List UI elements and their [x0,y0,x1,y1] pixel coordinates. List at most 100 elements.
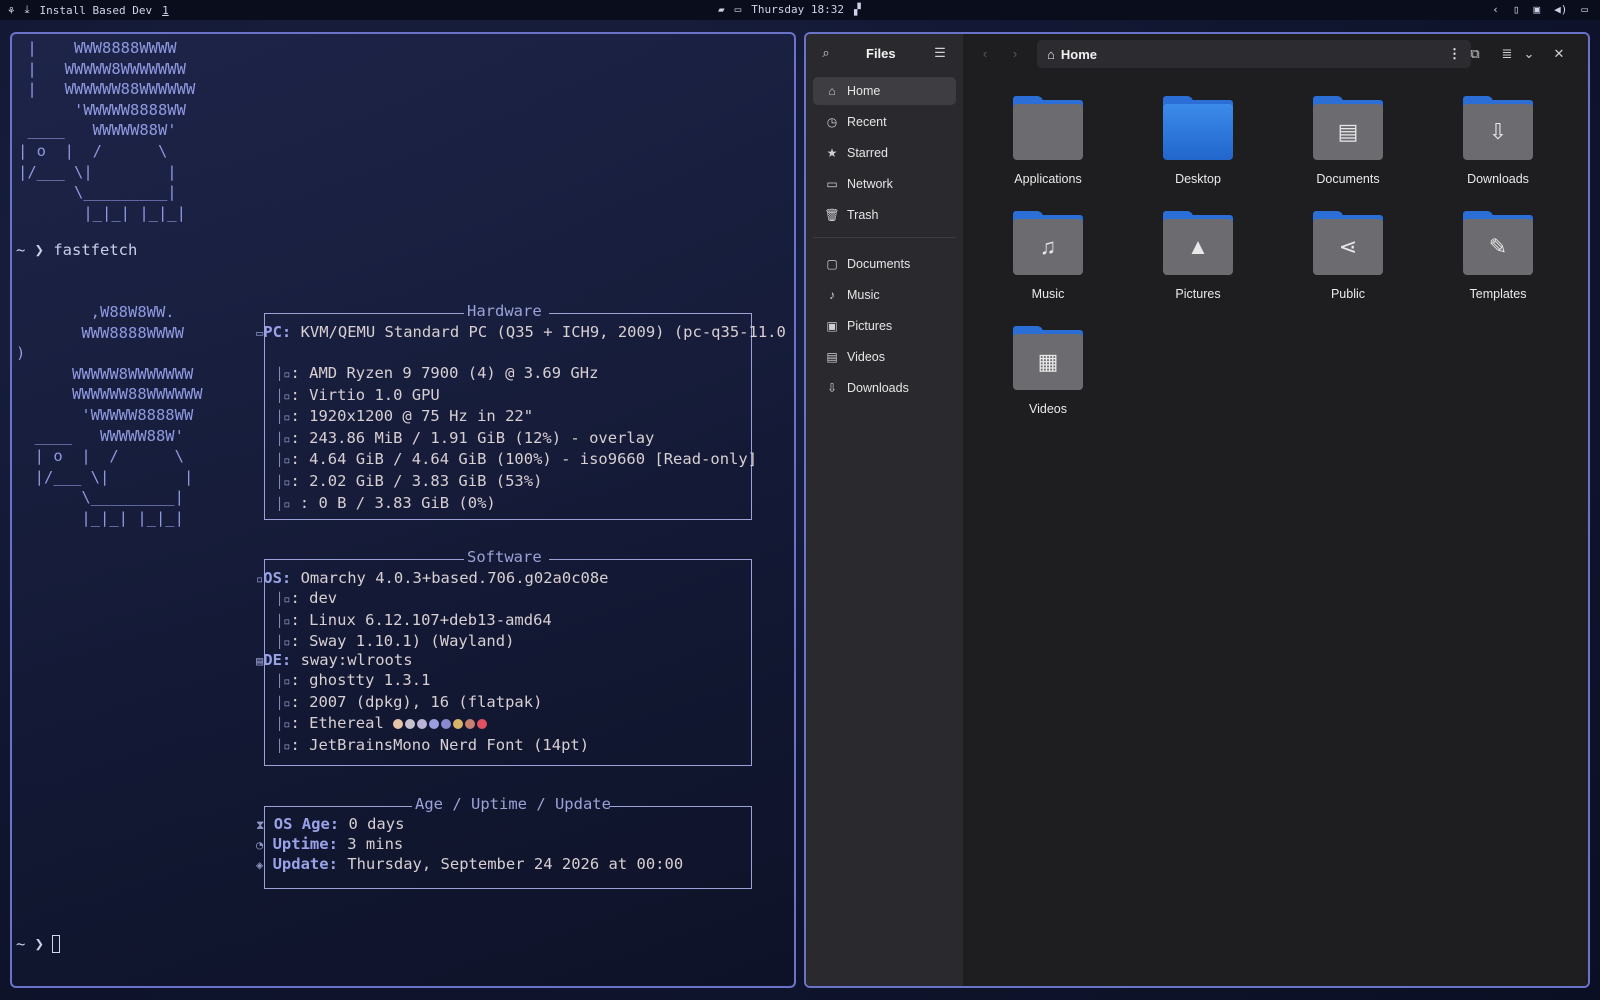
notification-icon[interactable]: ▰ [718,3,725,16]
logo-fastfetch-text: \_________| [16,488,184,507]
palette-dot [417,718,428,729]
screenshot-icon[interactable]: ▣ [1534,3,1541,16]
clock[interactable]: Thursday 18:32 [751,3,844,16]
palette-dot [405,718,416,729]
sidebar-item-starred[interactable]: ★ Starred [813,139,956,167]
phone-icon[interactable]: ▯ [1513,3,1520,16]
forward-arrow-icon[interactable]: › [1003,42,1027,66]
folder-documents[interactable]: ▤ Documents [1283,96,1413,196]
kebab-menu-icon[interactable]: ⋮ [1448,46,1461,62]
palette-dot [429,718,440,729]
update-line: ◈ Update: Thursday, September 24 2026 at… [256,854,683,876]
line-glyph-icon: │▫ [276,453,291,468]
os-value: Omarchy 4.0.3+based.706.g02a0c08e [291,569,609,587]
logo-fastfetch-text: |/___ \| | [16,467,194,486]
sidebar-item-documents[interactable]: ▢ Documents [813,250,956,278]
terminal-cursor[interactable] [52,935,60,953]
folder-desktop[interactable]: Desktop [1133,96,1263,196]
logo-fastfetch-text: ,W88W8WW. [16,303,175,321]
os-age-value: 0 days [339,815,405,833]
volume-icon[interactable]: ◀) [1554,3,1567,16]
pc-key: PC: [263,323,292,341]
logo-top-line: ____ WWWWW88W' [18,120,195,141]
software-line: │▫: dev [276,588,552,610]
workspace-indicator[interactable]: 1 [162,4,169,17]
software-line: │▫: Linux 6.12.107+deb13-amd64 [276,610,552,632]
folder-label: Public [1330,287,1366,301]
display-icon[interactable]: ▭ [1581,3,1588,16]
line-glyph-icon: │▫ [276,410,291,425]
os-age-line: ⧗ OS Age: 0 days [256,814,404,836]
document-icon: ▢ [826,257,838,271]
update-key: Update: [272,855,338,873]
folder-label: Videos [1029,402,1067,416]
logo-top-text: |_|_| |_|_| [18,203,186,222]
logo-fastfetch-line: 'WWWWW8888WW [16,405,203,426]
hardware-line: │▫ : 0 B / 3.83 GiB (0%) [276,493,757,515]
os-line: ▫OS: Omarchy 4.0.3+based.706.g02a0c08e [256,568,609,590]
logo-fastfetch-line: WWW8888WWWW [16,323,203,344]
screen-icon[interactable]: ▭ [735,3,742,16]
sidebar-item-home[interactable]: ⌂ Home [813,77,956,105]
folder-icon: ⋖ [1313,211,1383,275]
hamburger-menu-icon[interactable]: ☰ [928,41,952,65]
sidebar-item-network[interactable]: ▭ Network [813,170,956,198]
palette-dot [477,718,488,729]
files-window[interactable]: ⌕ Files ☰ ⌂ Home ◷ Recent ★ Starred ▭ Network 🗑 T… [804,32,1590,988]
software-lines-a: │▫: dev │▫: Linux 6.12.107+deb13-amd64 │▫:… [276,588,552,653]
logo-top-text: | WWWWW8WWWWWWW [18,59,186,78]
folder-templates[interactable]: ✎ Templates [1433,211,1563,311]
sidebar-item-videos[interactable]: ▤ Videos [813,343,956,371]
sidebar-item-trash[interactable]: 🗑 Trash [813,201,956,229]
folder-pictures[interactable]: ▲ Pictures [1133,211,1263,311]
sidebar-title: Files [866,46,896,61]
sidebar-item-label: Downloads [847,381,909,395]
line-glyph-icon: │▫ [276,635,291,650]
hourglass-icon: ⧗ [256,818,265,832]
folder-videos[interactable]: ▦ Videos [983,326,1113,426]
software-line: │▫: ghostty 1.3.1 [276,670,589,692]
line-glyph-icon: │▫ [276,496,291,511]
logo-fastfetch-line: WWWWW8WWWWWWW [16,364,203,385]
ascii-logo-fastfetch: ,W88W8WW. WWW8888WWWW) WWWWW8WWWWWWW WWW… [16,302,203,529]
software-line: │▫: 2007 (dpkg), 16 (flatpak) [276,692,589,714]
folder-icon: ▦ [1013,326,1083,390]
line-glyph-icon: │▫ [276,695,291,710]
de-key: DE: [263,651,292,669]
launcher-icon[interactable]: ⚘ [8,4,15,17]
sidebar-item-label: Recent [847,115,887,129]
chevron-left-icon[interactable]: ‹ [1492,3,1499,16]
sidebar-item-recent[interactable]: ◷ Recent [813,108,956,136]
terminal-window[interactable]: | WWW8888WWWW | WWWWW8WWWWWWW | WWWWWW88… [10,32,796,988]
folder-label: Documents [1316,172,1380,186]
hardware-text: : 243.86 MiB / 1.91 GiB (12%) - overlay [290,428,655,447]
search-icon[interactable]: ⌕ [814,41,838,65]
chevron-down-icon[interactable]: ⌄ [1517,42,1541,66]
folder-music[interactable]: ♫ Music [983,211,1113,311]
command-text: fastfetch [53,241,138,259]
list-view-icon[interactable]: ≣ [1495,42,1519,66]
folder-downloads[interactable]: ⇩ Downloads [1433,96,1563,196]
sidebar-item-label: Network [847,177,893,191]
logo-top-line: | WWWWW8WWWWWWW [18,59,195,80]
path-bar[interactable]: ⌂ Home ⋮ [1037,40,1471,68]
camera-icon[interactable]: ⧉ [1463,42,1487,66]
software-text: : Sway 1.10.1) (Wayland) [290,632,515,651]
pc-line: ▭PC: KVM/QEMU Standard PC (Q35 + ICH9, 2… [256,322,786,344]
folder-public[interactable]: ⋖ Public [1283,211,1413,311]
prompt-symbol-bottom: ~ ❯ [16,935,44,953]
sidebar-item-downloads[interactable]: ⇩ Downloads [813,374,956,402]
folder-icon [1013,96,1083,160]
logo-fastfetch-line: |/___ \| | [16,467,203,488]
sidebar-item-pictures[interactable]: ▣ Pictures [813,312,956,340]
sidebar-item-music[interactable]: ♪ Music [813,281,956,309]
uptime-value: 3 mins [337,835,404,853]
back-arrow-icon[interactable]: ‹ [973,42,997,66]
tray-app-icon[interactable]: ▞ [854,3,861,16]
close-icon[interactable]: ✕ [1547,42,1571,66]
line-glyph-icon: │▫ [276,431,291,446]
folder-applications[interactable]: Applications [983,96,1113,196]
software-text: : ghostty 1.3.1 [290,671,431,689]
ascii-logo-top: | WWW8888WWWW | WWWWW8WWWWWWW | WWWWWW88… [18,38,195,223]
logo-fastfetch-text: WWWWW8WWWWWWW [16,364,194,383]
